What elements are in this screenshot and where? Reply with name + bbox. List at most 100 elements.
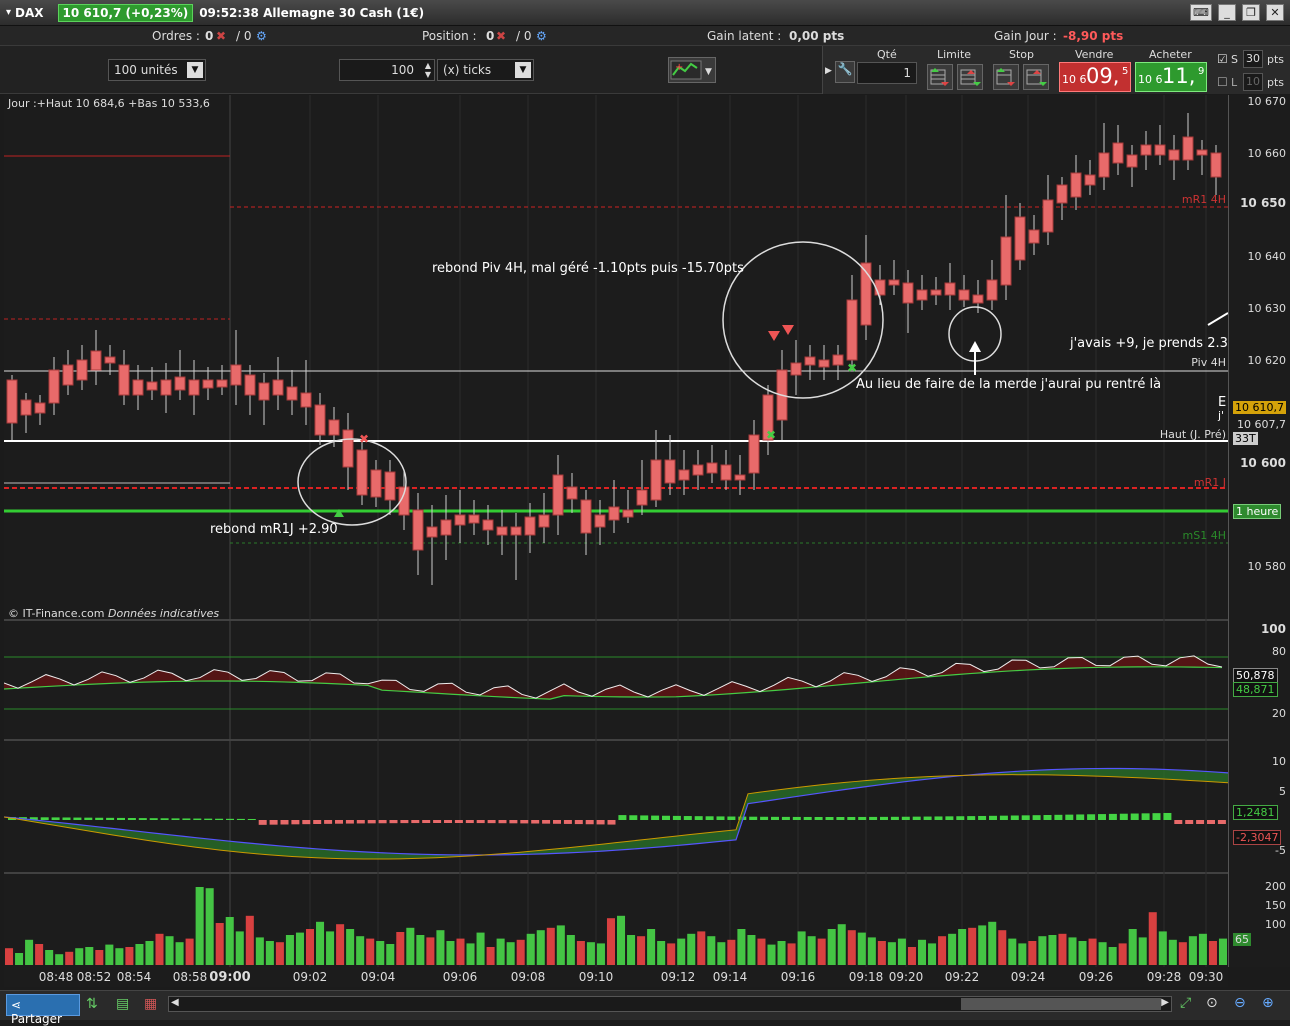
day-gain-value: -8,90 pts [1063, 29, 1124, 43]
qty-input[interactable]: 1 [857, 62, 917, 84]
close-button[interactable]: ✕ [1266, 4, 1284, 21]
candle-body [1028, 229, 1040, 244]
candle-body [1210, 152, 1222, 178]
macd-bar [803, 816, 812, 820]
macd-value-2: -2,3047 [1233, 830, 1282, 845]
qty-label: Qté [877, 48, 897, 61]
volume-bar [185, 938, 194, 965]
stop-buy-button[interactable] [993, 64, 1019, 90]
candle-body [1056, 184, 1068, 204]
volume-bar [797, 931, 806, 965]
close-marker: ✖ [766, 428, 776, 442]
volume-bar [1178, 942, 1187, 965]
chart-canvas[interactable]: ✖ ✖ ✖ [3, 95, 1229, 967]
macd-bar [978, 815, 987, 820]
candle-body [1098, 152, 1110, 178]
list-icon[interactable]: ▤ [116, 996, 129, 1012]
candle-body [454, 514, 466, 526]
volume-bar [85, 947, 94, 965]
candle-body [48, 369, 60, 404]
drawing-tools-button[interactable]: + ▼ [668, 57, 716, 83]
s-points-input[interactable]: 30 [1243, 50, 1263, 68]
candle-body [370, 469, 382, 498]
volume-bar [105, 944, 114, 965]
macd-bar [62, 817, 71, 820]
stop-sell-button[interactable] [1023, 64, 1049, 90]
buy-price-small: 9 [1198, 66, 1205, 77]
candle-body [314, 404, 326, 436]
candle-body [62, 364, 74, 386]
buy-button[interactable]: 10 6 11, 9 [1135, 62, 1207, 92]
ticks-unit-dropdown[interactable]: (x) ticks ▼ [437, 59, 534, 81]
menu-icon[interactable]: ▾ [6, 7, 11, 18]
limit-label: Limite [937, 48, 972, 61]
scroll-left-icon[interactable]: ◀ [171, 997, 179, 1008]
close-position-icon[interactable]: ✖ [496, 29, 506, 43]
orders-settings-icon[interactable]: ⚙ [256, 29, 267, 43]
wrench-icon[interactable]: 🔧 [835, 61, 855, 83]
osc-y-label: 100 [1260, 622, 1286, 636]
s-label: S [1231, 53, 1238, 66]
l-points-input[interactable]: 10 [1243, 73, 1263, 91]
macd-bar [694, 816, 703, 820]
volume-bar [275, 942, 284, 965]
l-checkbox[interactable]: ☐ [1217, 75, 1228, 89]
chevron-right-icon[interactable]: ▶ [825, 66, 832, 76]
price-axis[interactable]: 10 670 10 660 10 650 10 640 10 630 10 62… [1228, 95, 1290, 967]
candle-body [272, 379, 284, 396]
x-tick-label: 09:26 [1078, 970, 1114, 984]
x-tick-label: 09:04 [360, 970, 396, 984]
grid-icon[interactable]: ▦ [144, 996, 157, 1012]
time-axis[interactable]: 08:48 08:52 08:54 08:58 09:00 09:02 09:04 09:06… [4, 967, 1228, 987]
position-settings-icon[interactable]: ⚙ [536, 29, 547, 43]
indicator-icon[interactable]: ⇅ [86, 996, 98, 1012]
macd-bar [585, 820, 594, 825]
limit-sell-button[interactable] [957, 64, 983, 90]
macd-bar [1217, 820, 1226, 824]
macd-y-label: 10 [1272, 755, 1286, 768]
limit-buy-button[interactable] [927, 64, 953, 90]
macd-bar [226, 818, 234, 820]
x-tick-label: 09:02 [292, 970, 328, 984]
volume-bar [998, 930, 1007, 965]
zoom-out-icon[interactable]: ⊖ [1234, 995, 1246, 1011]
volume-bar [145, 941, 154, 965]
candle-body [818, 359, 830, 368]
x-tick-label: 09:12 [660, 970, 696, 984]
share-button[interactable]: ⋖ Partager [6, 994, 80, 1026]
volume-bar [968, 927, 977, 965]
volume-bar [336, 924, 345, 965]
stepper-arrows-icon[interactable]: ▲ ▼ [425, 61, 431, 79]
zoom-auto-icon[interactable]: ⊙ [1206, 995, 1218, 1011]
keyboard-icon[interactable]: ⌨ [1190, 4, 1212, 21]
macd-bar [498, 820, 507, 824]
orders-total: / 0 [236, 29, 252, 43]
candle-body [566, 486, 578, 500]
y-tick-label: 10 620 [1247, 354, 1287, 367]
macd-bar [989, 815, 997, 820]
time-scrollbar[interactable]: ◀ ▶ [168, 996, 1172, 1012]
volume-bar [165, 936, 174, 965]
s-points-value: 30 [1246, 52, 1260, 65]
chart-area[interactable]: ✖ ✖ ✖ Jour :+Haut 10 684,6 +Bas 10 533,6 ©… [3, 95, 1236, 967]
sell-button[interactable]: 10 6 09, 5 [1059, 62, 1131, 92]
volume-bar [1148, 912, 1157, 965]
volume-bar [35, 944, 44, 965]
symbol-selector[interactable]: ▾ DAX [6, 6, 44, 20]
y-tick-label: 10 630 [1247, 302, 1287, 315]
zoom-in-icon[interactable]: ⊕ [1262, 995, 1274, 1011]
fit-chart-icon[interactable]: ⤢ [1180, 995, 1191, 1011]
s-checkbox[interactable]: ☑ [1217, 52, 1228, 66]
volume-bar [526, 933, 535, 965]
macd-bar [858, 816, 867, 820]
cancel-orders-icon[interactable]: ✖ [216, 29, 226, 43]
units-dropdown[interactable]: 100 unités ▼ [108, 59, 206, 81]
scroll-right-icon[interactable]: ▶ [1161, 997, 1169, 1008]
ticks-stepper[interactable]: 100 ▲ ▼ [339, 59, 435, 81]
minimize-button[interactable]: _ [1218, 4, 1236, 21]
volume-bar [1218, 938, 1227, 965]
orders-value: 0 [205, 29, 214, 43]
volume-bar [737, 929, 746, 965]
scroll-thumb[interactable] [961, 998, 1161, 1010]
restore-button[interactable]: ❐ [1242, 4, 1260, 21]
